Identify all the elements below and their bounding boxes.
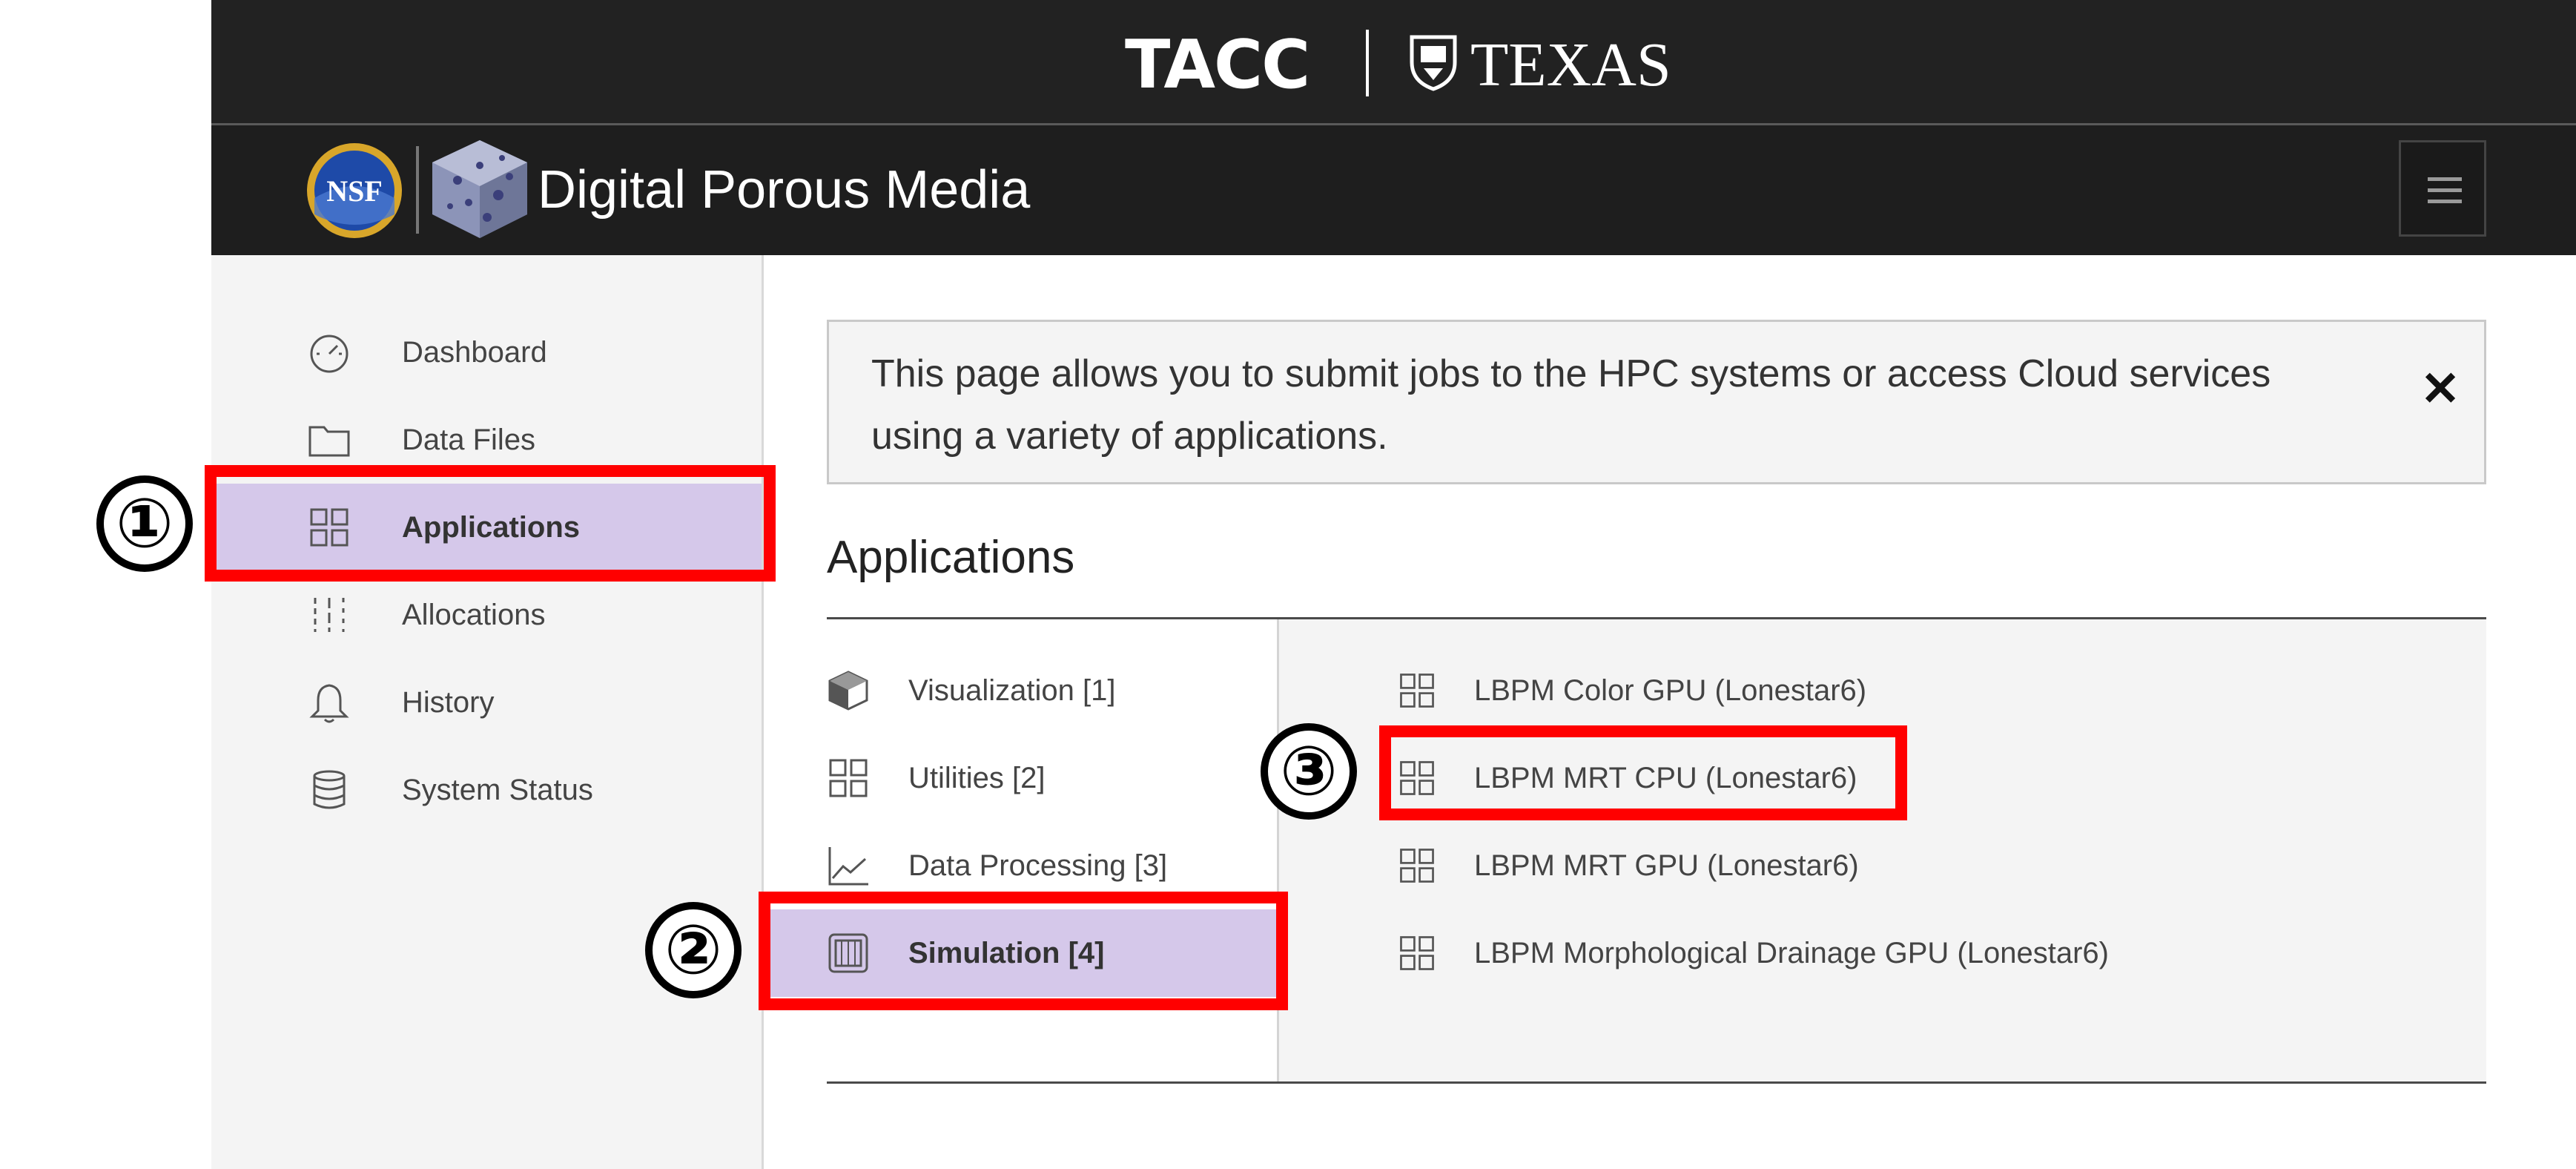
nsf-logo-icon: NSF — [307, 143, 402, 238]
logo-divider — [1366, 30, 1369, 96]
info-banner: This page allows you to submit jobs to t… — [827, 320, 2486, 484]
sidebar-item-system-status[interactable]: System Status — [211, 746, 762, 834]
divider — [827, 1081, 2486, 1084]
app-title[interactable]: Digital Porous Media — [538, 125, 1030, 255]
app-item-lbpm-color-gpu[interactable]: LBPM Color GPU (Lonestar6) — [1398, 647, 2436, 734]
speedometer-icon — [310, 335, 349, 373]
menu-bar-icon — [2428, 188, 2462, 192]
annotation-highlight-simulation — [759, 892, 1288, 1010]
app-label: LBPM Color GPU (Lonestar6) — [1474, 674, 1867, 707]
cube-icon — [828, 671, 868, 711]
texas-logo[interactable]: TEXAS — [1470, 28, 1671, 102]
banner-text: This page allows you to submit jobs to t… — [871, 352, 2271, 458]
app-header: NSF Digital Porous Media — [211, 125, 2576, 255]
folder-icon — [308, 426, 350, 457]
sidebar-item-dashboard[interactable]: Dashboard — [211, 309, 762, 396]
sliders-icon — [314, 598, 345, 632]
grid-icon — [1400, 936, 1434, 970]
sidebar-item-label: Allocations — [402, 599, 546, 631]
svg-text:NSF: NSF — [326, 174, 383, 208]
page-title: Applications — [827, 532, 1075, 583]
grid-icon — [829, 759, 868, 797]
category-visualization[interactable]: Visualization [1] — [760, 647, 1279, 734]
bell-icon — [309, 684, 349, 723]
sidebar-item-allocations[interactable]: Allocations — [211, 571, 762, 659]
sidebar-item-history[interactable]: History — [211, 659, 762, 746]
annotation-highlight-lbpm-mrt-cpu — [1379, 725, 1907, 820]
grid-icon — [1400, 849, 1434, 883]
annotation-step-2: ② — [645, 902, 742, 998]
app-item-lbpm-mrt-gpu[interactable]: LBPM MRT GPU (Lonestar6) — [1398, 822, 2436, 909]
annotation-step-1: ① — [96, 475, 193, 572]
category-utilities[interactable]: Utilities [2] — [760, 734, 1279, 822]
category-label: Visualization [1] — [908, 674, 1116, 707]
sidebar-item-label: Dashboard — [402, 336, 547, 369]
tacc-logo[interactable]: TACC — [1125, 28, 1310, 102]
app-window: TACC TEXAS NSF Digital Porous Media Dash… — [211, 0, 2576, 1169]
annotation-step-3: ③ — [1261, 723, 1357, 820]
app-label: LBPM MRT GPU (Lonestar6) — [1474, 849, 1859, 882]
sidebar-item-label: System Status — [402, 774, 593, 806]
menu-bar-icon — [2428, 177, 2462, 181]
header-divider — [416, 146, 419, 234]
line-chart-icon — [828, 847, 868, 886]
annotation-highlight-applications — [205, 465, 776, 582]
category-label: Utilities [2] — [908, 762, 1046, 794]
menu-bar-icon — [2428, 200, 2462, 203]
ut-shield-icon — [1410, 35, 1457, 91]
sidebar: Dashboard Data Files Applications Alloca… — [211, 255, 764, 1169]
database-icon — [313, 770, 346, 809]
sidebar-item-label: History — [402, 686, 495, 719]
hamburger-menu-button[interactable] — [2399, 140, 2486, 237]
porous-cube-logo-icon — [432, 140, 527, 238]
close-icon[interactable]: ✕ — [2418, 365, 2463, 412]
top-brand-bar: TACC TEXAS — [211, 0, 2576, 125]
grid-icon — [1400, 674, 1434, 708]
app-item-lbpm-morphological-drainage-gpu[interactable]: LBPM Morphological Drainage GPU (Lonesta… — [1398, 909, 2436, 997]
app-label: LBPM Morphological Drainage GPU (Lonesta… — [1474, 937, 2109, 969]
